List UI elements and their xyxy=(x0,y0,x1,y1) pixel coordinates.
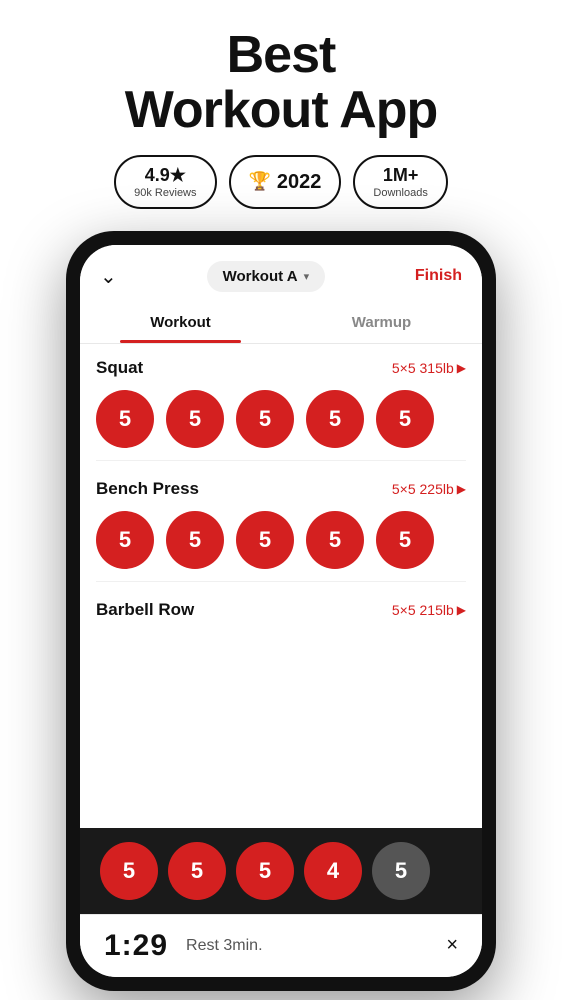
bottom-sets-bar: 5 5 5 4 5 xyxy=(80,828,482,914)
bottom-set-4[interactable]: 4 xyxy=(304,842,362,900)
bench-sets-row: 5 5 5 5 5 xyxy=(96,511,466,569)
workout-selector-dropdown[interactable]: Workout A ▾ xyxy=(207,261,326,292)
bench-arrow-icon: ▶ xyxy=(457,482,466,496)
bench-set-2[interactable]: 5 xyxy=(166,511,224,569)
squat-arrow-icon: ▶ xyxy=(457,361,466,375)
bench-set-4[interactable]: 5 xyxy=(306,511,364,569)
bench-info-text: 5×5 225lb xyxy=(392,481,454,497)
rating-badge: 4.9★ 90k Reviews xyxy=(114,155,216,209)
squat-info-text: 5×5 315lb xyxy=(392,360,454,376)
exercise-barbell-row-info[interactable]: 5×5 215lb ▶ xyxy=(392,602,466,618)
workout-app-header: ⌄ Workout A ▾ Finish xyxy=(80,245,482,302)
exercise-bench-press-info[interactable]: 5×5 225lb ▶ xyxy=(392,481,466,497)
bottom-set-5[interactable]: 5 xyxy=(372,842,430,900)
squat-set-5[interactable]: 5 xyxy=(376,390,434,448)
rating-sub: 90k Reviews xyxy=(134,187,196,199)
timer-label: Rest 3min. xyxy=(186,937,262,955)
barbell-arrow-icon: ▶ xyxy=(457,603,466,617)
exercise-barbell-row-name: Barbell Row xyxy=(96,600,194,620)
squat-set-4[interactable]: 5 xyxy=(306,390,364,448)
tab-warmup[interactable]: Warmup xyxy=(281,302,482,343)
squat-set-3[interactable]: 5 xyxy=(236,390,294,448)
chevron-down-icon: ▾ xyxy=(304,270,310,283)
workout-tabs: Workout Warmup xyxy=(80,302,482,344)
squat-set-2[interactable]: 5 xyxy=(166,390,224,448)
year-badge: 🏆 2022 xyxy=(229,155,342,209)
bench-set-3[interactable]: 5 xyxy=(236,511,294,569)
finish-button[interactable]: Finish xyxy=(415,267,462,285)
rest-timer-bar: 1:29 Rest 3min. × xyxy=(80,914,482,977)
trophy-icon: 🏆 xyxy=(249,171,271,192)
exercise-squat-name: Squat xyxy=(96,358,143,378)
bottom-set-1[interactable]: 5 xyxy=(100,842,158,900)
divider-2 xyxy=(96,581,466,582)
rating-value: 4.9★ xyxy=(145,165,186,187)
bench-set-1[interactable]: 5 xyxy=(96,511,154,569)
exercise-squat-info[interactable]: 5×5 315lb ▶ xyxy=(392,360,466,376)
bench-set-5[interactable]: 5 xyxy=(376,511,434,569)
badges-row: 4.9★ 90k Reviews 🏆 2022 1M+ Downloads xyxy=(114,155,448,209)
exercise-list: Squat 5×5 315lb ▶ 5 5 5 5 5 xyxy=(80,344,482,828)
squat-set-1[interactable]: 5 xyxy=(96,390,154,448)
app-header-section: BestWorkout App xyxy=(105,0,458,155)
back-chevron-icon[interactable]: ⌄ xyxy=(100,264,117,289)
downloads-sub: Downloads xyxy=(373,187,427,199)
squat-sets-row: 5 5 5 5 5 xyxy=(96,390,466,448)
timer-display: 1:29 xyxy=(104,929,168,963)
exercise-bench-press-name: Bench Press xyxy=(96,479,199,499)
barbell-info-text: 5×5 215lb xyxy=(392,602,454,618)
page-title: BestWorkout App xyxy=(125,28,438,137)
timer-close-button[interactable]: × xyxy=(446,934,458,957)
year-value: 2022 xyxy=(277,170,322,194)
tab-workout[interactable]: Workout xyxy=(80,302,281,343)
downloads-badge: 1M+ Downloads xyxy=(353,155,447,209)
exercise-barbell-row: Barbell Row 5×5 215lb ▶ xyxy=(96,586,466,640)
phone-shell: ⌄ Workout A ▾ Finish Workout Warmup Squa… xyxy=(66,231,496,991)
exercise-squat: Squat 5×5 315lb ▶ 5 5 5 5 5 xyxy=(96,344,466,456)
divider-1 xyxy=(96,460,466,461)
exercise-bench-press: Bench Press 5×5 225lb ▶ 5 5 5 5 5 xyxy=(96,465,466,577)
phone-screen: ⌄ Workout A ▾ Finish Workout Warmup Squa… xyxy=(80,245,482,977)
workout-selector-label: Workout A xyxy=(223,268,298,285)
bottom-set-2[interactable]: 5 xyxy=(168,842,226,900)
bottom-set-3[interactable]: 5 xyxy=(236,842,294,900)
downloads-value: 1M+ xyxy=(383,165,419,187)
